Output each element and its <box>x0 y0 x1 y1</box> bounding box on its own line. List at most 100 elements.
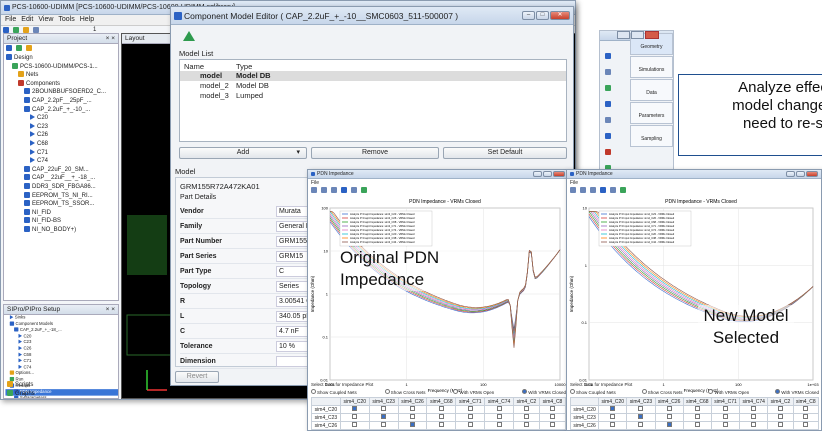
table-cell[interactable] <box>538 405 567 414</box>
radio-option[interactable]: With VRMs Open <box>453 389 494 395</box>
checkbox[interactable] <box>666 422 672 427</box>
table-cell[interactable] <box>455 405 486 414</box>
probe-icon[interactable] <box>605 149 611 155</box>
table-cell[interactable] <box>598 405 628 414</box>
left-plot-maximize[interactable] <box>543 171 552 177</box>
table-cell[interactable] <box>792 405 820 414</box>
checkbox[interactable] <box>410 422 415 427</box>
checkbox[interactable] <box>751 422 757 427</box>
table-cell[interactable] <box>626 413 656 422</box>
checkbox[interactable] <box>610 422 616 427</box>
zoom-plot-icon-r[interactable] <box>610 187 616 193</box>
table-cell[interactable] <box>598 413 628 422</box>
tree-item[interactable]: CAP_2.2pF__25pF_... <box>6 96 118 106</box>
select-icon[interactable] <box>605 85 611 91</box>
checkbox[interactable] <box>751 414 757 419</box>
right-plot-menu[interactable]: File <box>570 180 578 186</box>
home-icon-r[interactable] <box>570 187 576 193</box>
tree-item[interactable]: PCS-10600-UDIMM/PCS-1... <box>6 62 118 72</box>
checkbox[interactable] <box>777 422 783 427</box>
table-cell[interactable] <box>538 413 567 422</box>
right-plot-close[interactable] <box>806 171 818 177</box>
editor-minimize-button[interactable]: – <box>522 11 535 20</box>
right-plot-minimize[interactable] <box>786 171 795 177</box>
table-cell[interactable] <box>455 421 486 430</box>
table-cell[interactable] <box>710 413 741 422</box>
home-icon[interactable] <box>311 187 317 193</box>
tree-item[interactable]: NI_FID-BS <box>6 217 118 226</box>
side-button-sampling[interactable]: Sampling <box>630 125 673 147</box>
view3d-icon[interactable] <box>605 133 611 139</box>
editor-maximize-button[interactable]: □ <box>536 11 549 20</box>
table-cell[interactable] <box>767 421 794 430</box>
table-cell[interactable] <box>455 413 486 422</box>
table-cell[interactable] <box>513 413 540 422</box>
menu-view[interactable]: View <box>38 16 53 24</box>
table-cell[interactable] <box>339 413 370 422</box>
table-cell[interactable] <box>484 421 515 430</box>
tree-item[interactable]: C68 <box>6 139 118 149</box>
table-cell[interactable] <box>682 421 712 430</box>
radio-option[interactable]: With VRMs Closed <box>522 389 566 395</box>
left-plot-close[interactable] <box>553 171 565 177</box>
checkbox[interactable] <box>723 406 729 411</box>
table-cell[interactable] <box>682 413 712 422</box>
checkbox[interactable] <box>381 414 387 419</box>
forward-icon-r[interactable] <box>590 187 596 193</box>
table-cell[interactable] <box>397 405 428 414</box>
menu-edit[interactable]: Edit <box>21 16 33 24</box>
table-cell[interactable] <box>426 421 457 430</box>
set-default-button[interactable]: Set Default <box>443 147 567 159</box>
pan-plot-icon-r[interactable] <box>600 187 606 193</box>
left-plot-minimize[interactable] <box>533 171 542 177</box>
checkbox[interactable] <box>381 406 387 411</box>
tree-item[interactable]: C23 <box>6 122 118 132</box>
checkbox[interactable] <box>496 422 502 427</box>
checkbox[interactable] <box>381 422 387 427</box>
remove-button[interactable]: Remove <box>311 147 439 159</box>
tree-item-graphs[interactable]: Graphs <box>7 389 117 399</box>
checkbox[interactable] <box>694 414 700 419</box>
checkbox[interactable] <box>638 406 644 411</box>
checkbox[interactable] <box>496 414 502 419</box>
checkbox[interactable] <box>610 414 616 419</box>
checkbox[interactable] <box>467 406 473 411</box>
checkbox[interactable] <box>467 414 473 419</box>
table-cell[interactable] <box>368 421 399 430</box>
checkbox[interactable] <box>777 406 783 411</box>
save-plot-icon[interactable] <box>361 187 367 193</box>
checkbox[interactable] <box>352 414 358 419</box>
checkbox[interactable] <box>666 414 672 419</box>
new-icon[interactable] <box>16 45 22 51</box>
right-plot-maximize[interactable] <box>796 171 805 177</box>
checkbox[interactable] <box>803 414 809 419</box>
checkbox[interactable] <box>723 422 729 427</box>
checkbox[interactable] <box>410 414 415 419</box>
table-cell[interactable] <box>598 421 628 430</box>
checkbox[interactable] <box>549 422 555 427</box>
table-cell[interactable] <box>654 413 684 422</box>
table-cell[interactable] <box>426 413 457 422</box>
tree-item[interactable]: DDR3_SDR_FBGA86... <box>6 182 118 192</box>
zoom-icon[interactable] <box>605 53 611 59</box>
table-cell[interactable] <box>339 421 370 430</box>
table-cell[interactable] <box>739 405 769 414</box>
panel-close-icon[interactable]: × × <box>106 35 115 42</box>
checkbox[interactable] <box>723 414 729 419</box>
tree-item-scripts[interactable]: Scripts <box>7 381 117 390</box>
expand-icon[interactable] <box>6 45 12 51</box>
forward-icon[interactable] <box>331 187 337 193</box>
tree-item[interactable]: Nets <box>6 71 118 80</box>
table-cell[interactable] <box>368 413 399 422</box>
tree-item[interactable]: C26 <box>6 131 118 140</box>
table-cell[interactable] <box>682 405 712 414</box>
tree-item[interactable]: Components <box>6 79 118 89</box>
left-plot-menu[interactable]: File <box>311 180 319 186</box>
tree-item[interactable]: CAP_22uF_20_SM... <box>6 165 118 175</box>
menu-tools[interactable]: Tools <box>58 16 74 24</box>
tree-item[interactable]: NI_FID <box>6 208 118 218</box>
tree-item[interactable]: 2BOUNBBUFSOERD2_C... <box>6 88 118 97</box>
tree-item[interactable]: C71 <box>6 148 118 158</box>
checkbox[interactable] <box>803 422 809 427</box>
checkbox[interactable] <box>410 406 415 411</box>
